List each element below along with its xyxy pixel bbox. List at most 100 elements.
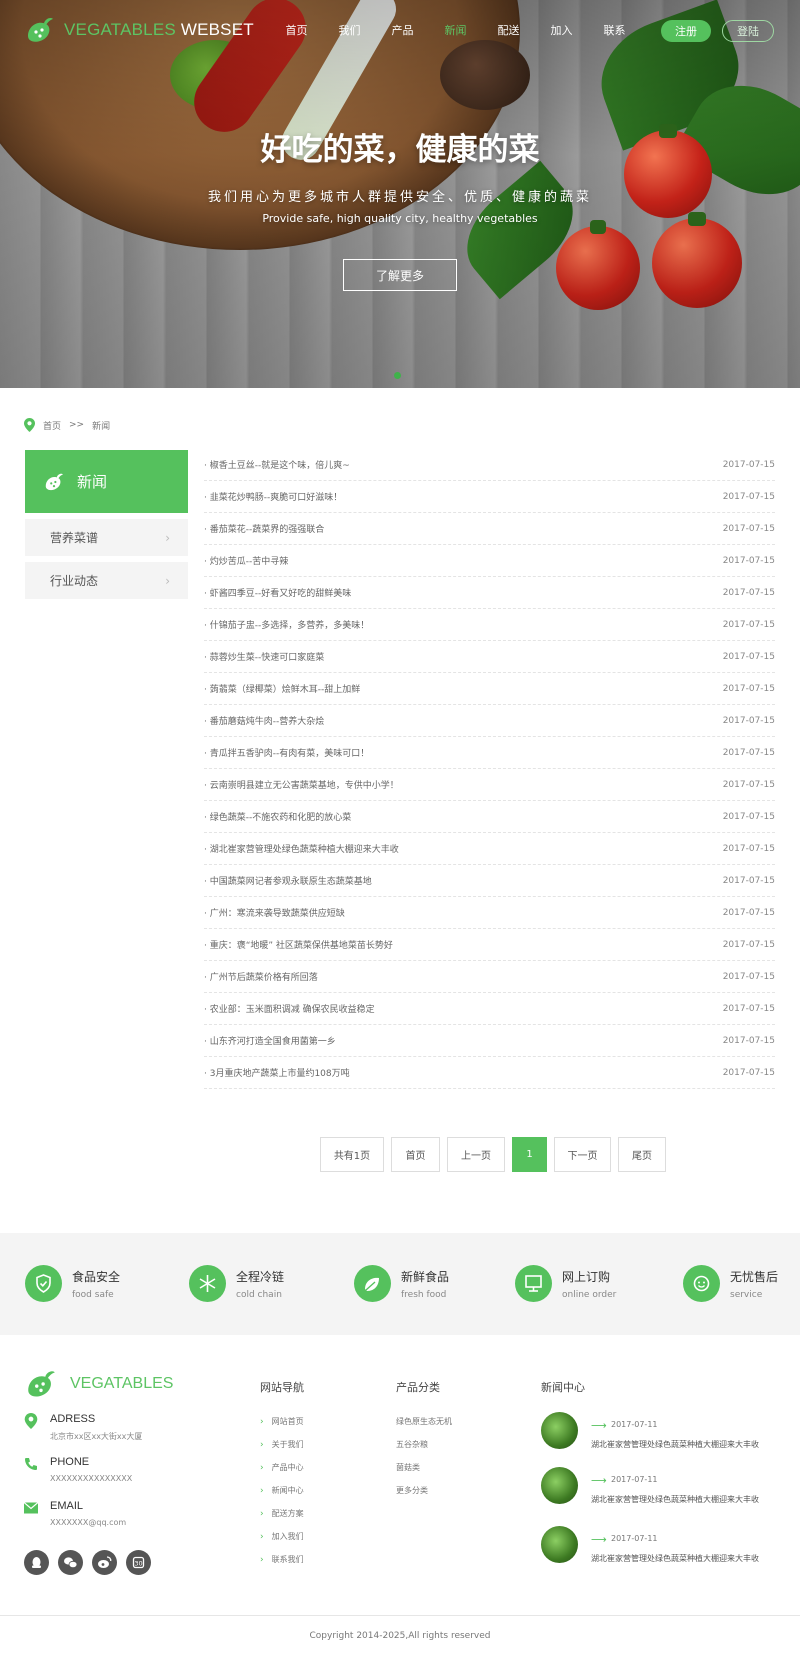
footer-nav-link[interactable]: › 加入我们 <box>260 1525 304 1548</box>
footer-nav-link[interactable]: › 网站首页 <box>260 1410 304 1433</box>
nav-item-products[interactable]: 产品 <box>376 22 429 38</box>
news-title[interactable]: · 重庆：褒“地暖” 社区蔬菜保供基地菜苗长势好 <box>204 938 393 951</box>
footer-nav-link[interactable]: › 新闻中心 <box>260 1479 304 1502</box>
hero-banner: VEGATABLES WEBSET 首页 我们 产品 新闻 配送 加入 联系 注… <box>0 0 800 388</box>
news-list-item[interactable]: · 椒香土豆丝--就是这个味，倍儿爽~ 2017-07-15 <box>204 449 775 481</box>
login-button[interactable]: 登陆 <box>722 20 774 42</box>
sidebar-item-recipes[interactable]: 营养菜谱 › <box>25 519 188 556</box>
footer-nav-link[interactable]: › 关于我们 <box>260 1433 304 1456</box>
qq-icon[interactable] <box>24 1550 49 1575</box>
nav-item-contact[interactable]: 联系 <box>588 22 641 38</box>
news-list-item[interactable]: · 山东齐河打造全国食用菌第一乡 2017-07-15 <box>204 1025 775 1057</box>
chevron-right-icon: › <box>260 1485 264 1496</box>
news-title[interactable]: · 湖北崔家营管理处绿色蔬菜种植大棚迎来大丰收 <box>204 842 399 855</box>
news-date: 2017-07-15 <box>722 843 775 854</box>
footer-category-link[interactable]: 绿色原生态无机 <box>396 1410 452 1433</box>
news-list-item[interactable]: · 灼炒苦瓜--苦中寻辣 2017-07-15 <box>204 545 775 577</box>
news-title[interactable]: · 蒟蒻菜（绿椰菜）烩鲜木耳--甜上加鲜 <box>204 682 360 695</box>
nav-item-join[interactable]: 加入 <box>535 22 588 38</box>
footer-category-link[interactable]: 更多分类 <box>396 1479 452 1502</box>
news-date: 2017-07-15 <box>722 971 775 982</box>
wechat-icon[interactable] <box>58 1550 83 1575</box>
snowflake-icon <box>189 1265 226 1302</box>
page-prev-button[interactable]: 上一页 <box>447 1137 505 1172</box>
news-list-item[interactable]: · 3月重庆地产蔬菜上市量约108万吨 2017-07-15 <box>204 1057 775 1089</box>
news-list-item[interactable]: · 广州节后蔬菜价格有所回落 2017-07-15 <box>204 961 775 993</box>
footer-logo[interactable]: VEGATABLES <box>24 1367 173 1401</box>
vegetable-logo-icon <box>28 18 53 42</box>
news-list-item[interactable]: · 青瓜拌五香驴肉--有肉有菜，美味可口！ 2017-07-15 <box>204 737 775 769</box>
news-title[interactable]: · 山东齐河打造全国食用菌第一乡 <box>204 1034 336 1047</box>
news-list-item[interactable]: · 虾酱四季豆--好看又好吃的甜鲜美味 2017-07-15 <box>204 577 775 609</box>
footer-news-title[interactable]: 湖北崔家营管理处绿色蔬菜种植大棚迎来大丰收 <box>591 1553 759 1564</box>
sidebar-title: 新闻 <box>25 450 188 513</box>
feature-title: 无忧售后 <box>730 1269 779 1284</box>
page-number-button[interactable]: 1 <box>512 1137 547 1172</box>
footer-nav-link[interactable]: › 联系我们 <box>260 1548 304 1571</box>
news-list-item[interactable]: · 中国蔬菜网记者参观永联原生态蔬菜基地 2017-07-15 <box>204 865 775 897</box>
footer-nav-link[interactable]: › 产品中心 <box>260 1456 304 1479</box>
news-list-item[interactable]: · 番茄蘑菇炖牛肉--营养大杂烩 2017-07-15 <box>204 705 775 737</box>
news-title[interactable]: · 番茄蘑菇炖牛肉--营养大杂烩 <box>204 714 324 727</box>
breadcrumb-home[interactable]: 首页 <box>43 419 61 432</box>
weibo-icon[interactable] <box>92 1550 117 1575</box>
nav-item-home[interactable]: 首页 <box>270 22 323 38</box>
news-date: 2017-07-15 <box>722 683 775 694</box>
news-title[interactable]: · 椒香土豆丝--就是这个味，倍儿爽~ <box>204 458 350 471</box>
news-title[interactable]: · 农业部：玉米面积调减 确保农民收益稳定 <box>204 1002 375 1015</box>
news-title[interactable]: · 绿色蔬菜--不施农药和化肥的放心菜 <box>204 810 351 823</box>
chevron-right-icon: › <box>165 573 170 588</box>
news-list-item[interactable]: · 什锦茄子盅--多选择，多营养，多美味！ 2017-07-15 <box>204 609 775 641</box>
page-next-button[interactable]: 下一页 <box>554 1137 611 1172</box>
contact-label: EMAIL <box>50 1500 84 1512</box>
news-list-item[interactable]: · 重庆：褒“地暖” 社区蔬菜保供基地菜苗长势好 2017-07-15 <box>204 929 775 961</box>
feature-food-safe: 食品安全 food safe <box>25 1265 120 1302</box>
news-title[interactable]: · 蒜蓉炒生菜--快速可口家庭菜 <box>204 650 324 663</box>
news-title[interactable]: · 云南崇明县建立无公害蔬菜基地，专供中小学！ <box>204 778 399 791</box>
footer-nav-link[interactable]: › 配送方案 <box>260 1502 304 1525</box>
news-list-item[interactable]: · 农业部：玉米面积调减 确保农民收益稳定 2017-07-15 <box>204 993 775 1025</box>
page-last-button[interactable]: 尾页 <box>618 1137 666 1172</box>
leaf-icon <box>354 1265 391 1302</box>
sidebar-item-label: 营养菜谱 <box>50 531 99 545</box>
news-list-item[interactable]: · 蒟蒻菜（绿椰菜）烩鲜木耳--甜上加鲜 2017-07-15 <box>204 673 775 705</box>
chevron-right-icon: › <box>165 530 170 545</box>
nav-item-news[interactable]: 新闻 <box>429 22 482 38</box>
footer-news-title[interactable]: 湖北崔家营管理处绿色蔬菜种植大棚迎来大丰收 <box>591 1439 759 1450</box>
news-list-item[interactable]: · 湖北崔家营管理处绿色蔬菜种植大棚迎来大丰收 2017-07-15 <box>204 833 775 865</box>
footer-news-title[interactable]: 湖北崔家营管理处绿色蔬菜种植大棚迎来大丰收 <box>591 1494 759 1505</box>
feature-service: 无忧售后 service <box>683 1265 778 1302</box>
news-title[interactable]: · 青瓜拌五香驴肉--有肉有菜，美味可口！ <box>204 746 369 759</box>
news-date: 2017-07-15 <box>722 619 775 630</box>
footer-nav-label: 新闻中心 <box>271 1486 304 1495</box>
news-title[interactable]: · 3月重庆地产蔬菜上市量约108万吨 <box>204 1066 350 1079</box>
news-list-item[interactable]: · 番茄菜花--蔬菜界的强强联合 2017-07-15 <box>204 513 775 545</box>
news-list-item[interactable]: · 广州：寒流来袭导致蔬菜供应短缺 2017-07-15 <box>204 897 775 929</box>
news-title[interactable]: · 广州：寒流来袭导致蔬菜供应短缺 <box>204 906 345 919</box>
sidebar-item-industry[interactable]: 行业动态 › <box>25 562 188 599</box>
nav-item-about[interactable]: 我们 <box>323 22 376 38</box>
footer-category-link[interactable]: 菌菇类 <box>396 1456 452 1479</box>
news-title[interactable]: · 灼炒苦瓜--苦中寻辣 <box>204 554 288 567</box>
site-logo[interactable]: VEGATABLES WEBSET <box>24 14 254 46</box>
footer-categories: 绿色原生态无机 五谷杂粮 菌菇类 更多分类 <box>396 1410 452 1502</box>
news-title[interactable]: · 虾酱四季豆--好看又好吃的甜鲜美味 <box>204 586 351 599</box>
footer-category-link[interactable]: 五谷杂粮 <box>396 1433 452 1456</box>
news-title[interactable]: · 韭菜花炒鸭肠--爽脆可口好滋味！ <box>204 490 342 503</box>
news-list-item[interactable]: · 蒜蓉炒生菜--快速可口家庭菜 2017-07-15 <box>204 641 775 673</box>
news-list-item[interactable]: · 云南崇明县建立无公害蔬菜基地，专供中小学！ 2017-07-15 <box>204 769 775 801</box>
news-title[interactable]: · 中国蔬菜网记者参观永联原生态蔬菜基地 <box>204 874 372 887</box>
news-title[interactable]: · 什锦茄子盅--多选择，多营养，多美味！ <box>204 618 369 631</box>
news-title[interactable]: · 番茄菜花--蔬菜界的强强联合 <box>204 522 324 535</box>
learn-more-button[interactable]: 了解更多 <box>343 259 457 291</box>
register-button[interactable]: 注册 <box>661 20 711 42</box>
carousel-dot[interactable] <box>394 372 401 379</box>
news-list-item[interactable]: · 韭菜花炒鸭肠--爽脆可口好滋味！ 2017-07-15 <box>204 481 775 513</box>
chevron-right-icon: › <box>260 1508 264 1519</box>
news-list-item[interactable]: · 绿色蔬菜--不施农药和化肥的放心菜 2017-07-15 <box>204 801 775 833</box>
news-title[interactable]: · 广州节后蔬菜价格有所回落 <box>204 970 318 983</box>
renren-icon[interactable]: 30 <box>126 1550 151 1575</box>
contact-label: PHONE <box>50 1456 90 1468</box>
page-first-button[interactable]: 首页 <box>391 1137 440 1172</box>
nav-item-delivery[interactable]: 配送 <box>482 22 535 38</box>
